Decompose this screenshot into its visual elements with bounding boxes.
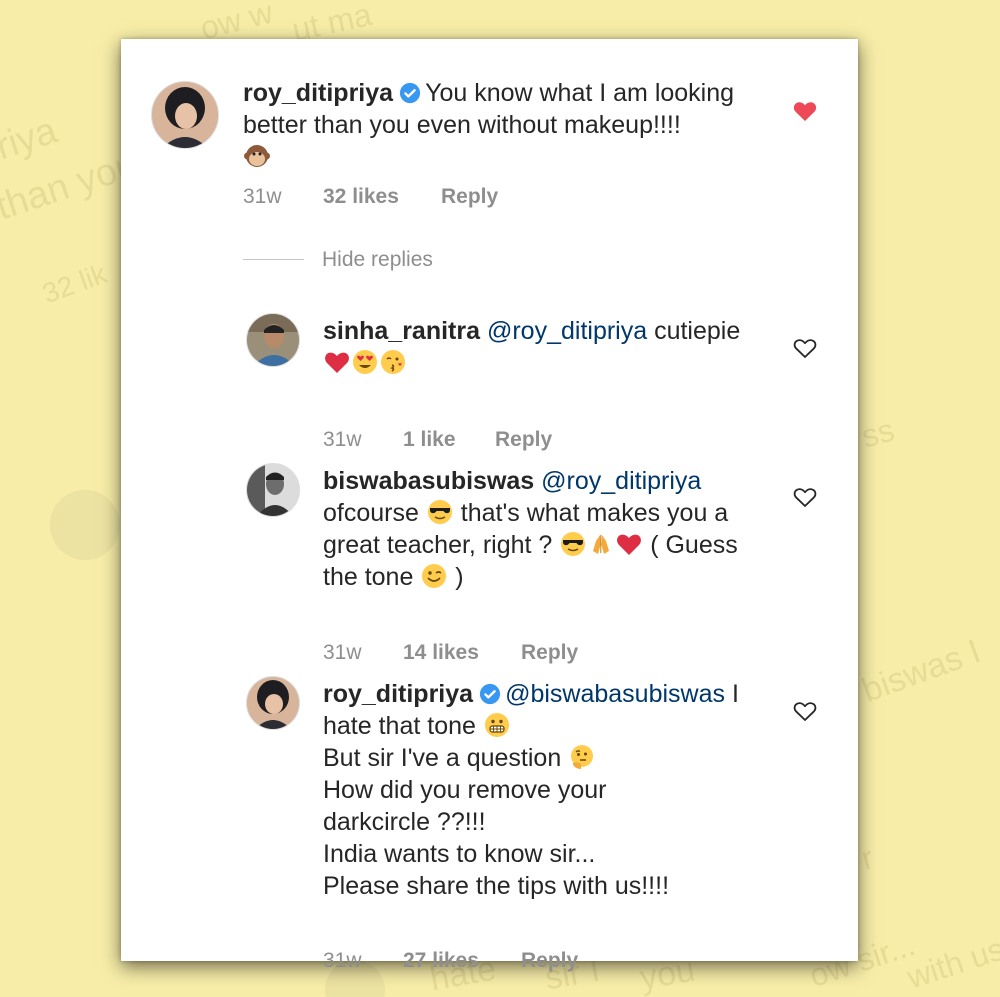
mention-link[interactable]: @biswabasubiswas — [505, 680, 725, 708]
mention-link[interactable]: @roy_ditipriya — [487, 317, 647, 345]
comment-text: India wants to know sir... — [323, 840, 596, 868]
comment-text: darkcircle ??!!! — [323, 808, 486, 836]
heart-filled-icon[interactable] — [793, 100, 817, 122]
bg-text: ss — [857, 411, 898, 455]
likes-count[interactable]: 27 likes — [403, 949, 521, 973]
likes-count[interactable]: 1 like — [403, 428, 495, 452]
profile-avatar-photo-icon — [152, 82, 218, 148]
thinking-face-emoji-icon — [571, 745, 594, 769]
red-heart-emoji-icon — [325, 352, 349, 373]
comments-card: roy_ditipriya You know what I am looking … — [121, 39, 858, 972]
comment-text: that's what makes you a — [460, 499, 729, 527]
bg-text: with us — [902, 930, 1000, 996]
red-heart-emoji-icon — [617, 534, 642, 555]
monkey-face-emoji-icon — [244, 145, 270, 167]
winking-face-emoji-icon — [422, 564, 447, 588]
profile-avatar-photo-icon — [247, 464, 299, 516]
reply-button[interactable]: Reply — [521, 641, 578, 665]
likes-count[interactable]: 32 likes — [323, 185, 441, 209]
comment-text: ) — [455, 563, 464, 591]
avatar[interactable] — [246, 676, 300, 730]
sunglasses-face-emoji-icon — [561, 532, 586, 556]
grimacing-face-emoji-icon — [484, 713, 509, 737]
comment-text: ( Guess — [650, 531, 738, 559]
username[interactable]: biswabasubiswas — [323, 467, 534, 495]
comment-text: cutiepie — [654, 317, 741, 345]
comment-text: great teacher, right ? — [323, 531, 553, 559]
comment-text: I — [731, 680, 739, 708]
username[interactable]: roy_ditipriya — [243, 79, 393, 107]
sunglasses-face-emoji-icon — [427, 500, 452, 524]
hide-replies-divider — [243, 259, 304, 260]
reply-button[interactable]: Reply — [441, 185, 498, 209]
comment-text: How did you remove your — [323, 776, 607, 804]
heart-outline-icon[interactable] — [793, 700, 817, 722]
timestamp: 31w — [243, 185, 282, 208]
username[interactable]: sinha_ranitra — [323, 317, 480, 345]
comment: roy_ditipriya You know what I am looking … — [121, 39, 858, 239]
comment-text: the tone — [323, 563, 414, 591]
comment-text: hate that tone — [323, 712, 476, 740]
timestamp: 31w — [323, 641, 362, 664]
bg-text: riya — [0, 109, 63, 169]
username[interactable]: roy_ditipriya — [323, 680, 473, 708]
folded-hands-emoji-icon — [593, 535, 610, 554]
verified-badge-icon — [399, 82, 421, 104]
hide-replies-button[interactable]: Hide replies — [322, 248, 433, 272]
bg-text: biswas I — [857, 632, 986, 710]
reply-button[interactable]: Reply — [495, 428, 552, 452]
profile-avatar-photo-icon — [247, 677, 299, 729]
bg-text: 32 lik — [38, 257, 111, 310]
profile-avatar-photo-icon — [247, 314, 299, 366]
kissing-face-emoji-icon — [381, 350, 405, 374]
comment-text: ofcourse — [323, 499, 419, 527]
heart-eyes-emoji-icon — [353, 350, 377, 374]
heart-outline-icon[interactable] — [793, 337, 817, 359]
avatar[interactable] — [151, 81, 219, 149]
comment-text: You know what I am looking — [425, 79, 735, 107]
timestamp: 31w — [323, 428, 362, 451]
comment-text: But sir I've a question — [323, 744, 562, 772]
likes-count[interactable]: 14 likes — [403, 641, 521, 665]
bg-text: r — [857, 839, 878, 877]
bg-avatar-shadow — [50, 490, 120, 560]
comment-text: Please share the tips with us!!!! — [323, 872, 670, 900]
comment-text: better than you even without makeup!!!! — [243, 111, 681, 139]
avatar[interactable] — [246, 463, 300, 517]
avatar[interactable] — [246, 313, 300, 367]
mention-link[interactable]: @roy_ditipriya — [541, 467, 701, 495]
verified-badge-icon — [479, 683, 501, 705]
reply-button[interactable]: Reply — [521, 949, 578, 973]
timestamp: 31w — [323, 949, 362, 972]
heart-outline-icon[interactable] — [793, 486, 817, 508]
